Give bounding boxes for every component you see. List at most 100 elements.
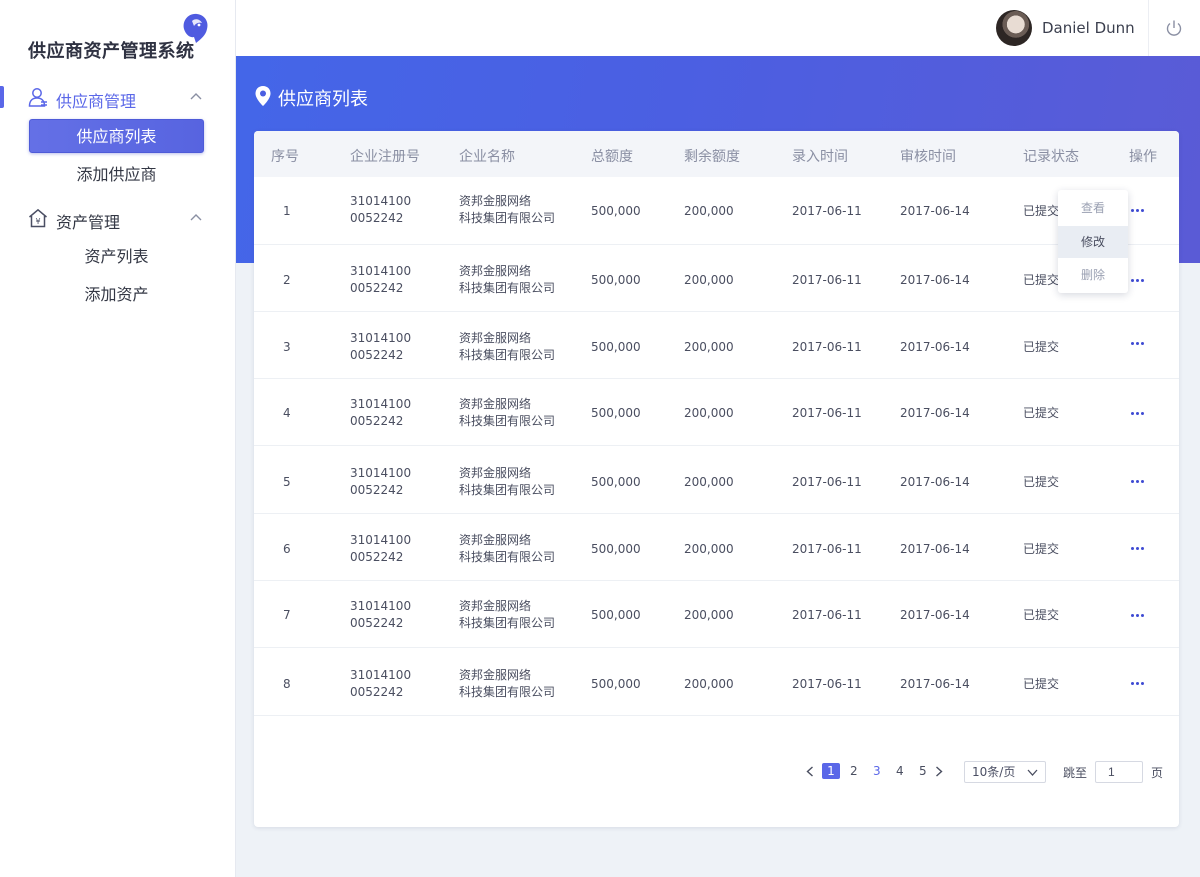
cell-name-line2: 科技集团有限公司 (459, 348, 556, 362)
cell-entered: 2017-06-11 (792, 204, 862, 218)
cell-name-line2: 科技集团有限公司 (459, 281, 556, 295)
cell-name-line1: 资邦金服网络 (459, 668, 532, 682)
table-row: 8 31014100 0052242 资邦金服网络 科技集团有限公司 500,0… (254, 648, 1179, 716)
table-row: 6 31014100 0052242 资邦金服网络 科技集团有限公司 500,0… (254, 514, 1179, 581)
col-header-reviewed: 审核时间 (900, 149, 956, 165)
username[interactable]: Daniel Dunn (1042, 19, 1135, 37)
top-header: Daniel Dunn (236, 0, 1200, 56)
sidebar-item-asset-list[interactable]: 资产列表 (29, 240, 204, 274)
sidebar-item-add-asset[interactable]: 添加资产 (29, 278, 204, 312)
cell-status: 已提交 (1023, 542, 1060, 556)
col-header-entered: 录入时间 (792, 149, 848, 165)
cell-reg-no-line1: 31014100 (350, 668, 412, 682)
menu-item-view[interactable]: 查看 (1058, 192, 1128, 224)
cell-index: 1 (283, 204, 291, 218)
menu-item-edit[interactable]: 修改 (1058, 226, 1128, 258)
cell-reg-no-line2: 0052242 (350, 616, 404, 630)
more-actions-icon[interactable] (1128, 611, 1148, 621)
cell-name-line2: 科技集团有限公司 (459, 685, 556, 699)
menu-item-delete[interactable]: 删除 (1058, 259, 1128, 291)
col-header-index: 序号 (271, 149, 299, 165)
cell-name-line1: 资邦金服网络 (459, 331, 532, 345)
header-divider (1148, 0, 1149, 56)
col-header-total: 总额度 (591, 149, 633, 165)
cell-name-line1: 资邦金服网络 (459, 264, 532, 278)
more-actions-icon[interactable] (1128, 477, 1148, 487)
cell-total: 500,000 (591, 204, 641, 218)
svg-text:¥: ¥ (35, 217, 40, 226)
col-header-remaining: 剩余额度 (684, 149, 740, 165)
cell-name-line2: 科技集团有限公司 (459, 414, 556, 428)
cell-name-line1: 资邦金服网络 (459, 599, 532, 613)
cell-index: 3 (283, 340, 291, 354)
cell-remaining: 200,000 (684, 340, 734, 354)
cell-status: 已提交 (1023, 677, 1060, 691)
cell-status: 已提交 (1023, 608, 1060, 622)
more-actions-icon[interactable] (1128, 339, 1148, 349)
cell-index: 7 (283, 608, 291, 622)
more-actions-icon[interactable] (1128, 679, 1148, 689)
cell-reg-no-line2: 0052242 (350, 211, 404, 225)
chevron-up-icon (190, 93, 202, 100)
page-2-button[interactable]: 2 (850, 764, 858, 778)
house-yen-icon: ¥ (29, 208, 47, 228)
avatar[interactable] (996, 10, 1032, 46)
col-header-actions: 操作 (1129, 149, 1157, 165)
row-action-menu: 查看 修改 删除 (1058, 190, 1128, 293)
page-suffix-label: 页 (1151, 766, 1164, 780)
sidebar-item-add-supplier[interactable]: 添加供应商 (29, 158, 204, 192)
cell-total: 500,000 (591, 608, 641, 622)
lion-logo-icon (183, 13, 208, 44)
nav-group-label: 资产管理 (56, 213, 121, 232)
cell-index: 6 (283, 542, 291, 556)
cell-reviewed: 2017-06-14 (900, 608, 970, 622)
jump-page-input[interactable] (1095, 761, 1143, 783)
cell-entered: 2017-06-11 (792, 406, 862, 420)
cell-remaining: 200,000 (684, 542, 734, 556)
page-title: 供应商列表 (278, 89, 368, 110)
cell-name-line2: 科技集团有限公司 (459, 211, 556, 225)
more-actions-icon[interactable] (1128, 544, 1148, 554)
cell-status: 已提交 (1023, 340, 1060, 354)
page-3-button[interactable]: 3 (873, 764, 881, 778)
col-header-reg-no: 企业注册号 (350, 149, 420, 165)
next-page-icon[interactable] (935, 766, 943, 777)
app-title: 供应商资产管理系统 (28, 41, 195, 62)
cell-name-line1: 资邦金服网络 (459, 466, 532, 480)
more-actions-icon[interactable] (1128, 206, 1148, 216)
cell-reg-no-line1: 31014100 (350, 397, 412, 411)
prev-page-icon[interactable] (806, 766, 814, 777)
nav-group-supplier[interactable]: 供应商管理 (0, 83, 236, 113)
sidebar-item-supplier-list[interactable]: 供应商列表 (29, 119, 204, 153)
nav-group-label: 供应商管理 (56, 92, 137, 111)
cell-name-line2: 科技集团有限公司 (459, 616, 556, 630)
cell-remaining: 200,000 (684, 677, 734, 691)
cell-reviewed: 2017-06-14 (900, 273, 970, 287)
cell-index: 2 (283, 273, 291, 287)
cell-reviewed: 2017-06-14 (900, 406, 970, 420)
page-5-button[interactable]: 5 (919, 764, 927, 778)
power-icon[interactable] (1165, 19, 1183, 37)
table-row: 2 31014100 0052242 资邦金服网络 科技集团有限公司 500,0… (254, 245, 1179, 312)
cell-entered: 2017-06-11 (792, 542, 862, 556)
brand: 供应商资产管理系统 (0, 13, 236, 70)
page-size-value: 10条/页 (972, 765, 1016, 779)
more-actions-icon[interactable] (1128, 409, 1148, 419)
nav-group-assets[interactable]: ¥ 资产管理 (0, 204, 236, 234)
cell-entered: 2017-06-11 (792, 608, 862, 622)
cell-total: 500,000 (591, 542, 641, 556)
page-4-button[interactable]: 4 (896, 764, 904, 778)
cell-entered: 2017-06-11 (792, 340, 862, 354)
cell-total: 500,000 (591, 340, 641, 354)
cell-entered: 2017-06-11 (792, 475, 862, 489)
page-1-button[interactable]: 1 (822, 763, 840, 779)
cell-reg-no-line2: 0052242 (350, 348, 404, 362)
cell-name-line2: 科技集团有限公司 (459, 483, 556, 497)
cell-reg-no-line2: 0052242 (350, 281, 404, 295)
cell-total: 500,000 (591, 475, 641, 489)
cell-remaining: 200,000 (684, 475, 734, 489)
page-size-select[interactable]: 10条/页 (964, 761, 1046, 783)
cell-reg-no-line2: 0052242 (350, 483, 404, 497)
more-actions-icon[interactable] (1128, 276, 1148, 286)
cell-remaining: 200,000 (684, 204, 734, 218)
